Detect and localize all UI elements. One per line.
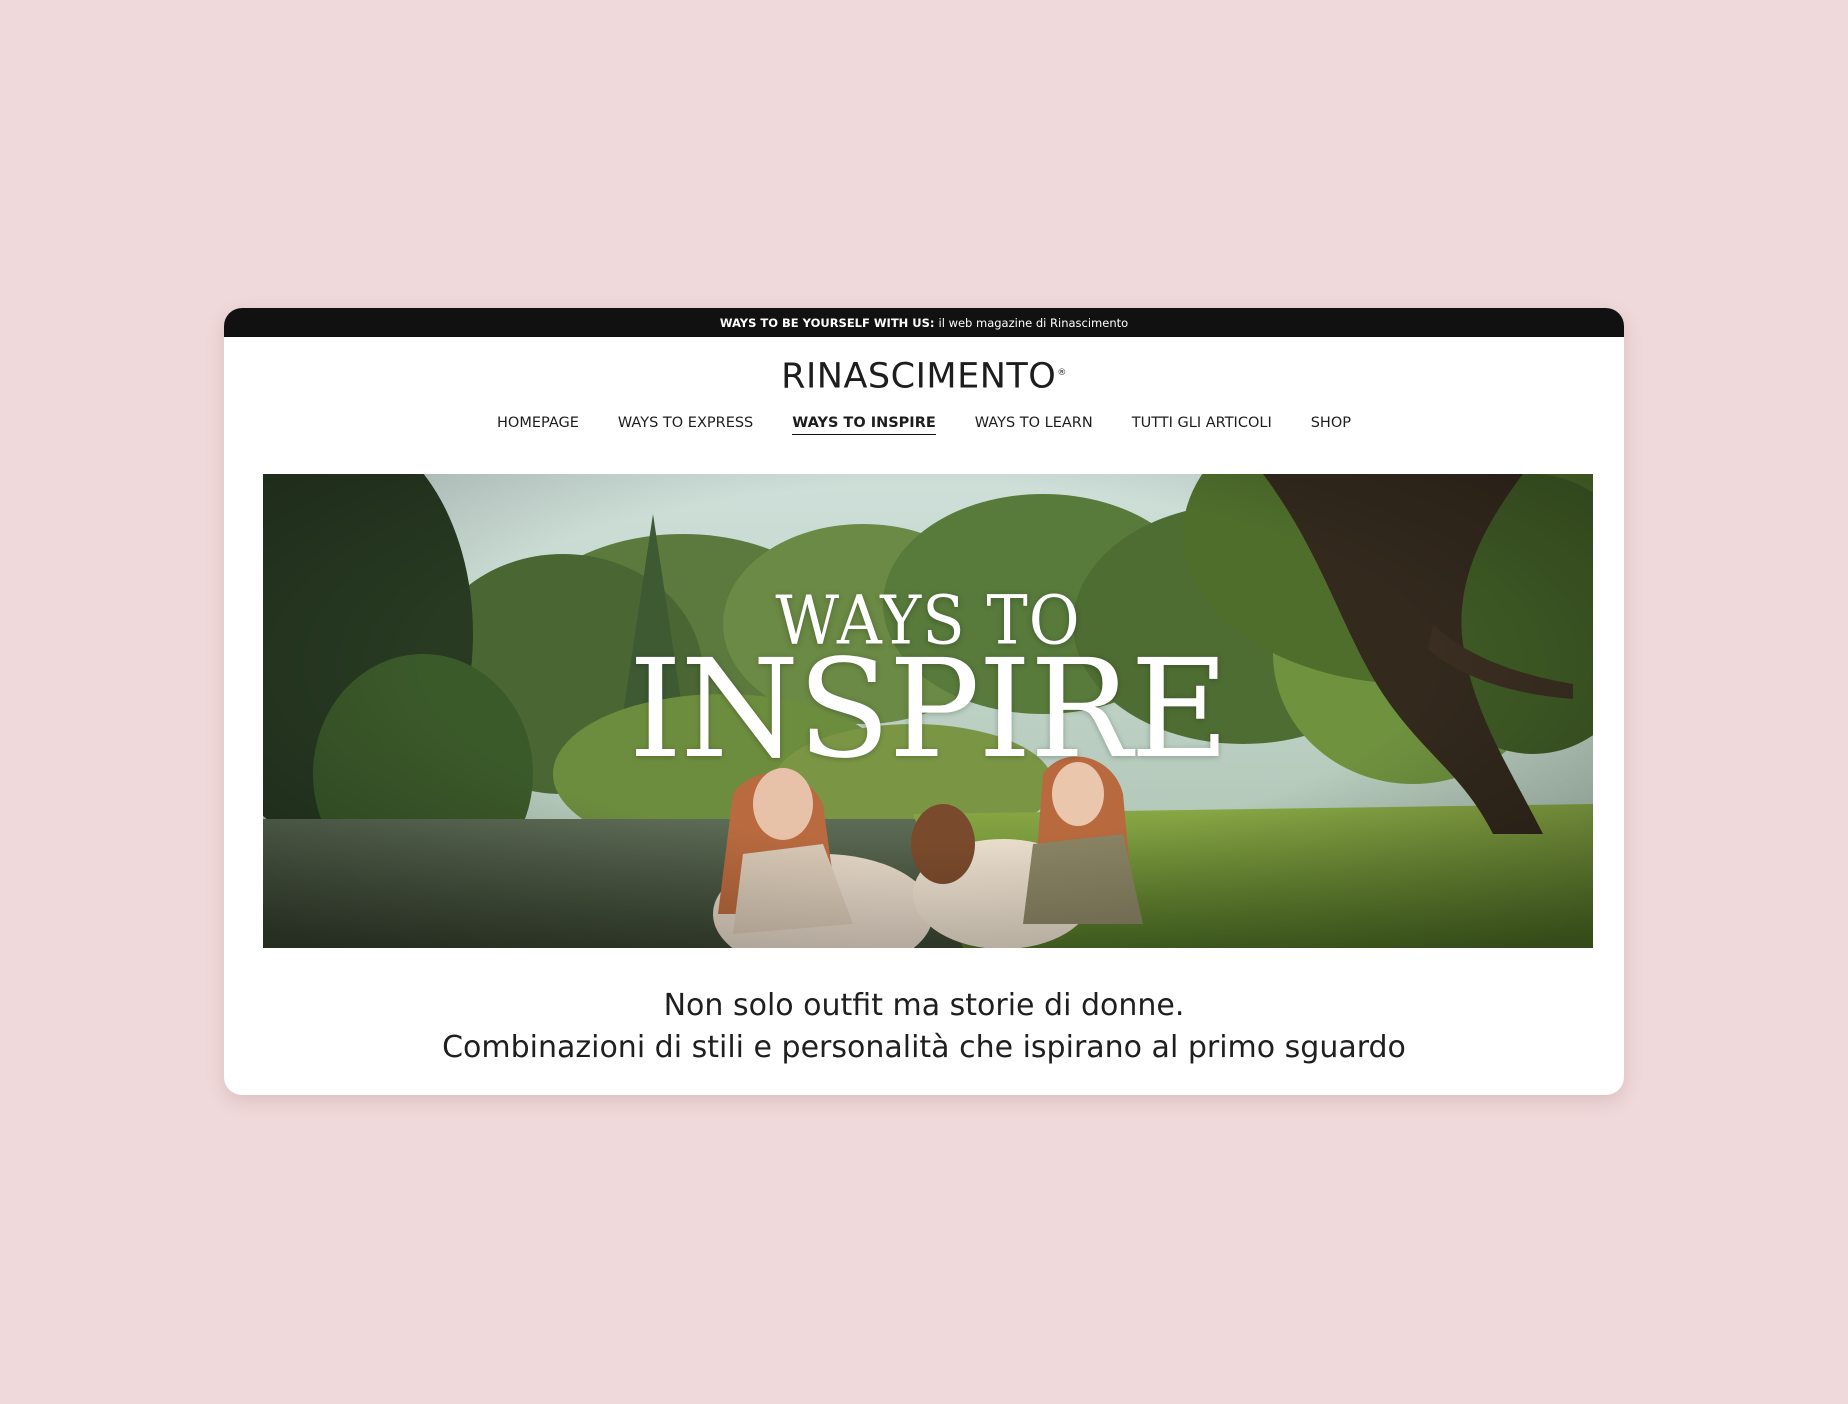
nav-item-ways-to-express[interactable]: WAYS TO EXPRESS — [618, 412, 753, 438]
tagline-line-1: Non solo outfit ma storie di donne. — [663, 988, 1185, 1023]
hero-title-main: INSPIRE — [628, 631, 1230, 789]
main-navigation: HOMEPAGE WAYS TO EXPRESS WAYS TO INSPIRE… — [224, 412, 1624, 438]
tagline: Non solo outfit ma storie di donne. Comb… — [224, 985, 1624, 1069]
nav-item-ways-to-learn[interactable]: WAYS TO LEARN — [975, 412, 1093, 438]
announcement-bar: WAYS TO BE YOURSELF WITH US: il web maga… — [224, 308, 1624, 337]
tagline-line-2: Combinazioni di stili e personalità che … — [442, 1030, 1406, 1065]
hero-banner: WAYS TO INSPIRE — [263, 474, 1593, 948]
nav-item-shop[interactable]: SHOP — [1311, 412, 1351, 438]
announcement-strong: WAYS TO BE YOURSELF WITH US: — [719, 315, 935, 330]
logo-text: RINASCIMENTO — [781, 356, 1057, 397]
nav-item-tutti-gli-articoli[interactable]: TUTTI GLI ARTICOLI — [1132, 412, 1272, 438]
nav-item-ways-to-inspire[interactable]: WAYS TO INSPIRE — [792, 412, 936, 435]
site-logo[interactable]: RINASCIMENTO® — [224, 353, 1624, 397]
nav-item-homepage[interactable]: HOMEPAGE — [497, 412, 579, 438]
registered-mark: ® — [1057, 368, 1067, 378]
browser-window: WAYS TO BE YOURSELF WITH US: il web maga… — [224, 308, 1624, 1095]
announcement-text: il web magazine di Rinascimento — [938, 315, 1129, 330]
